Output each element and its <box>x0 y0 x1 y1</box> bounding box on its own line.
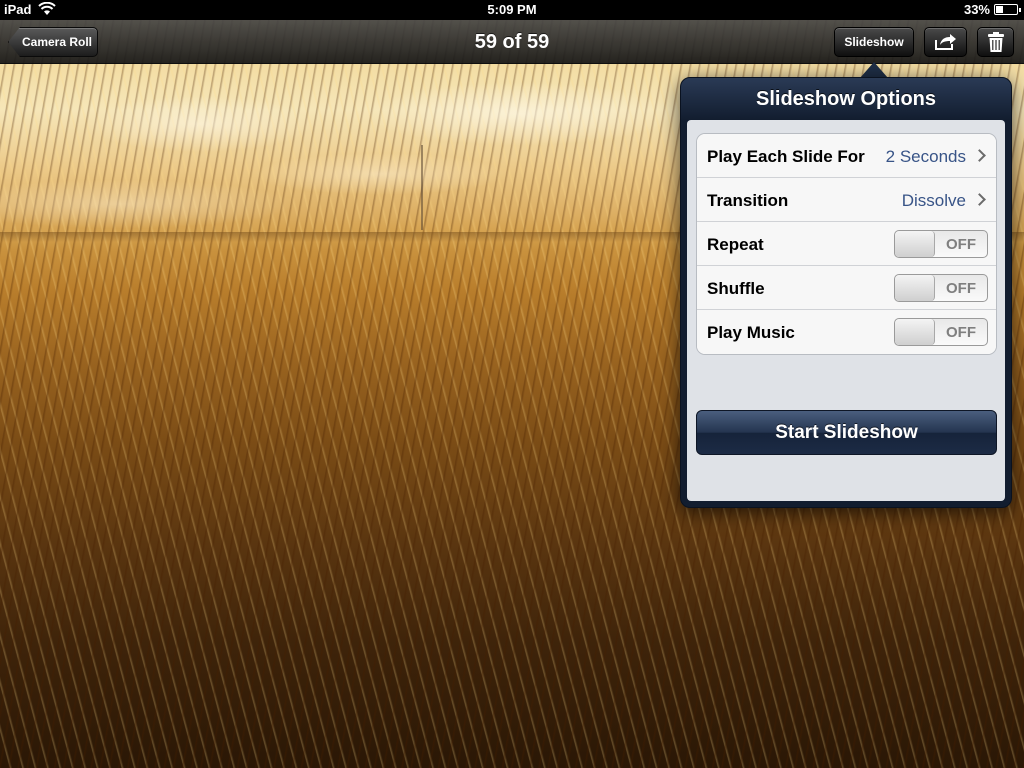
repeat-toggle[interactable]: OFF <box>894 230 988 258</box>
battery-icon <box>994 4 1021 15</box>
option-shuffle: Shuffle OFF <box>697 266 996 310</box>
play-music-toggle[interactable]: OFF <box>894 318 988 346</box>
option-value: Dissolve <box>901 191 966 210</box>
share-icon <box>934 34 956 50</box>
chevron-right-icon <box>973 193 986 206</box>
battery-fill <box>996 6 1003 13</box>
option-label: Shuffle <box>707 279 765 298</box>
start-slideshow-button[interactable]: Start Slideshow <box>696 410 997 455</box>
delete-button[interactable] <box>977 27 1014 57</box>
navigation-bar: Camera Roll 59 of 59 Slideshow <box>0 20 1024 64</box>
slideshow-options-popover: Slideshow Options Play Each Slide For 2 … <box>680 77 1012 508</box>
slideshow-button[interactable]: Slideshow <box>834 27 914 57</box>
clock: 5:09 PM <box>487 2 537 17</box>
popover-content: Play Each Slide For 2 Seconds Transition… <box>687 120 1005 501</box>
trash-icon <box>987 32 1004 52</box>
toggle-state: OFF <box>946 236 976 253</box>
option-label: Play Each Slide For <box>707 147 865 166</box>
option-label: Repeat <box>707 235 764 254</box>
toggle-knob <box>895 275 935 301</box>
popover-title: Slideshow Options <box>755 88 936 110</box>
option-play-music: Play Music OFF <box>697 310 996 354</box>
option-value: 2 Seconds <box>885 147 966 166</box>
option-repeat: Repeat OFF <box>697 222 996 266</box>
battery-percent: 33% <box>963 2 990 17</box>
toggle-knob <box>895 319 935 345</box>
toggle-state: OFF <box>946 324 976 341</box>
chevron-right-icon <box>973 149 986 162</box>
status-bar: iPad 5:09 PM 33% <box>0 0 1024 20</box>
option-label: Play Music <box>707 323 795 342</box>
option-label: Transition <box>707 191 789 210</box>
options-group: Play Each Slide For 2 Seconds Transition… <box>696 133 997 355</box>
radio-tower <box>421 145 423 230</box>
option-play-each-slide-for[interactable]: Play Each Slide For 2 Seconds <box>697 134 996 178</box>
popover-arrow <box>860 62 888 78</box>
toggle-state: OFF <box>946 280 976 297</box>
option-transition[interactable]: Transition Dissolve <box>697 178 996 222</box>
share-button[interactable] <box>924 27 967 57</box>
shuffle-toggle[interactable]: OFF <box>894 274 988 302</box>
toggle-knob <box>895 231 935 257</box>
